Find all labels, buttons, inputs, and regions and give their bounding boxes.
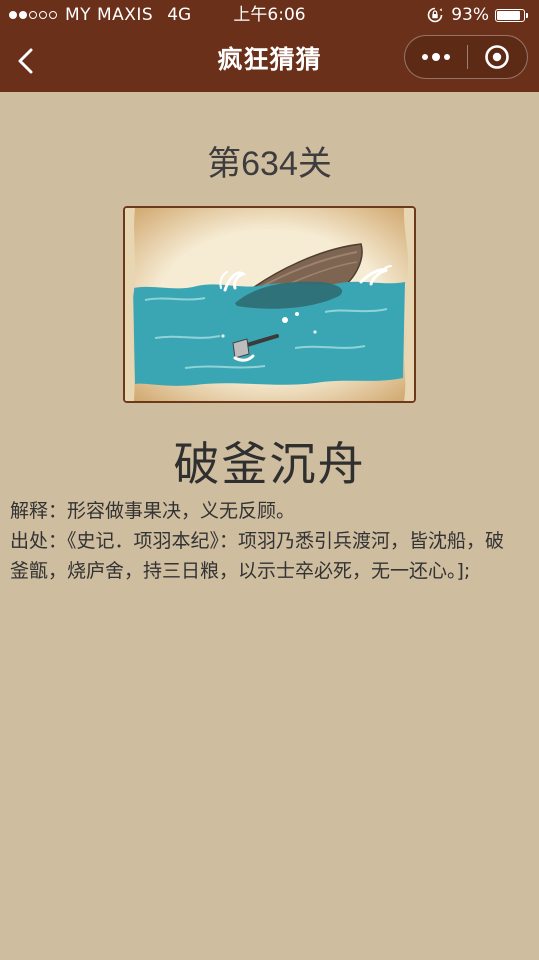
battery-tip bbox=[526, 12, 528, 18]
puzzle-image bbox=[123, 206, 416, 403]
level-title: 第634关 bbox=[207, 145, 332, 183]
more-dots-icon bbox=[421, 53, 450, 61]
status-right: 93% bbox=[427, 0, 528, 30]
navigation-bar: 疯狂猜猜 bbox=[0, 30, 539, 92]
battery-icon bbox=[495, 8, 525, 22]
rotation-lock-icon bbox=[427, 7, 443, 23]
answer-idiom: 破釜沉舟 bbox=[173, 437, 366, 491]
more-button[interactable] bbox=[405, 36, 467, 78]
idiom-explanation: 解释：形容做事果决，义无反顾。 出处：《史记．项羽本纪》：项羽乃悉引兵渡河，皆沈… bbox=[10, 496, 522, 586]
close-mini-program-button[interactable] bbox=[467, 36, 527, 78]
source-text: 出处：《史记．项羽本纪》：项羽乃悉引兵渡河，皆沈船，破釜甑，烧庐舍，持三日粮，以… bbox=[10, 530, 505, 582]
status-bar: MY MAXIS 4G 上午6:06 93% bbox=[0, 0, 539, 30]
battery-level-fill bbox=[497, 10, 520, 20]
sinking-boat-illustration bbox=[125, 208, 414, 401]
mini-program-capsule bbox=[404, 35, 528, 79]
target-close-icon bbox=[485, 45, 510, 69]
explanation-text: 解释：形容做事果决，义无反顾。 bbox=[10, 500, 296, 522]
battery-percent: 93% bbox=[451, 5, 489, 25]
top-bar: MY MAXIS 4G 上午6:06 93% 疯狂猜猜 bbox=[0, 0, 539, 92]
